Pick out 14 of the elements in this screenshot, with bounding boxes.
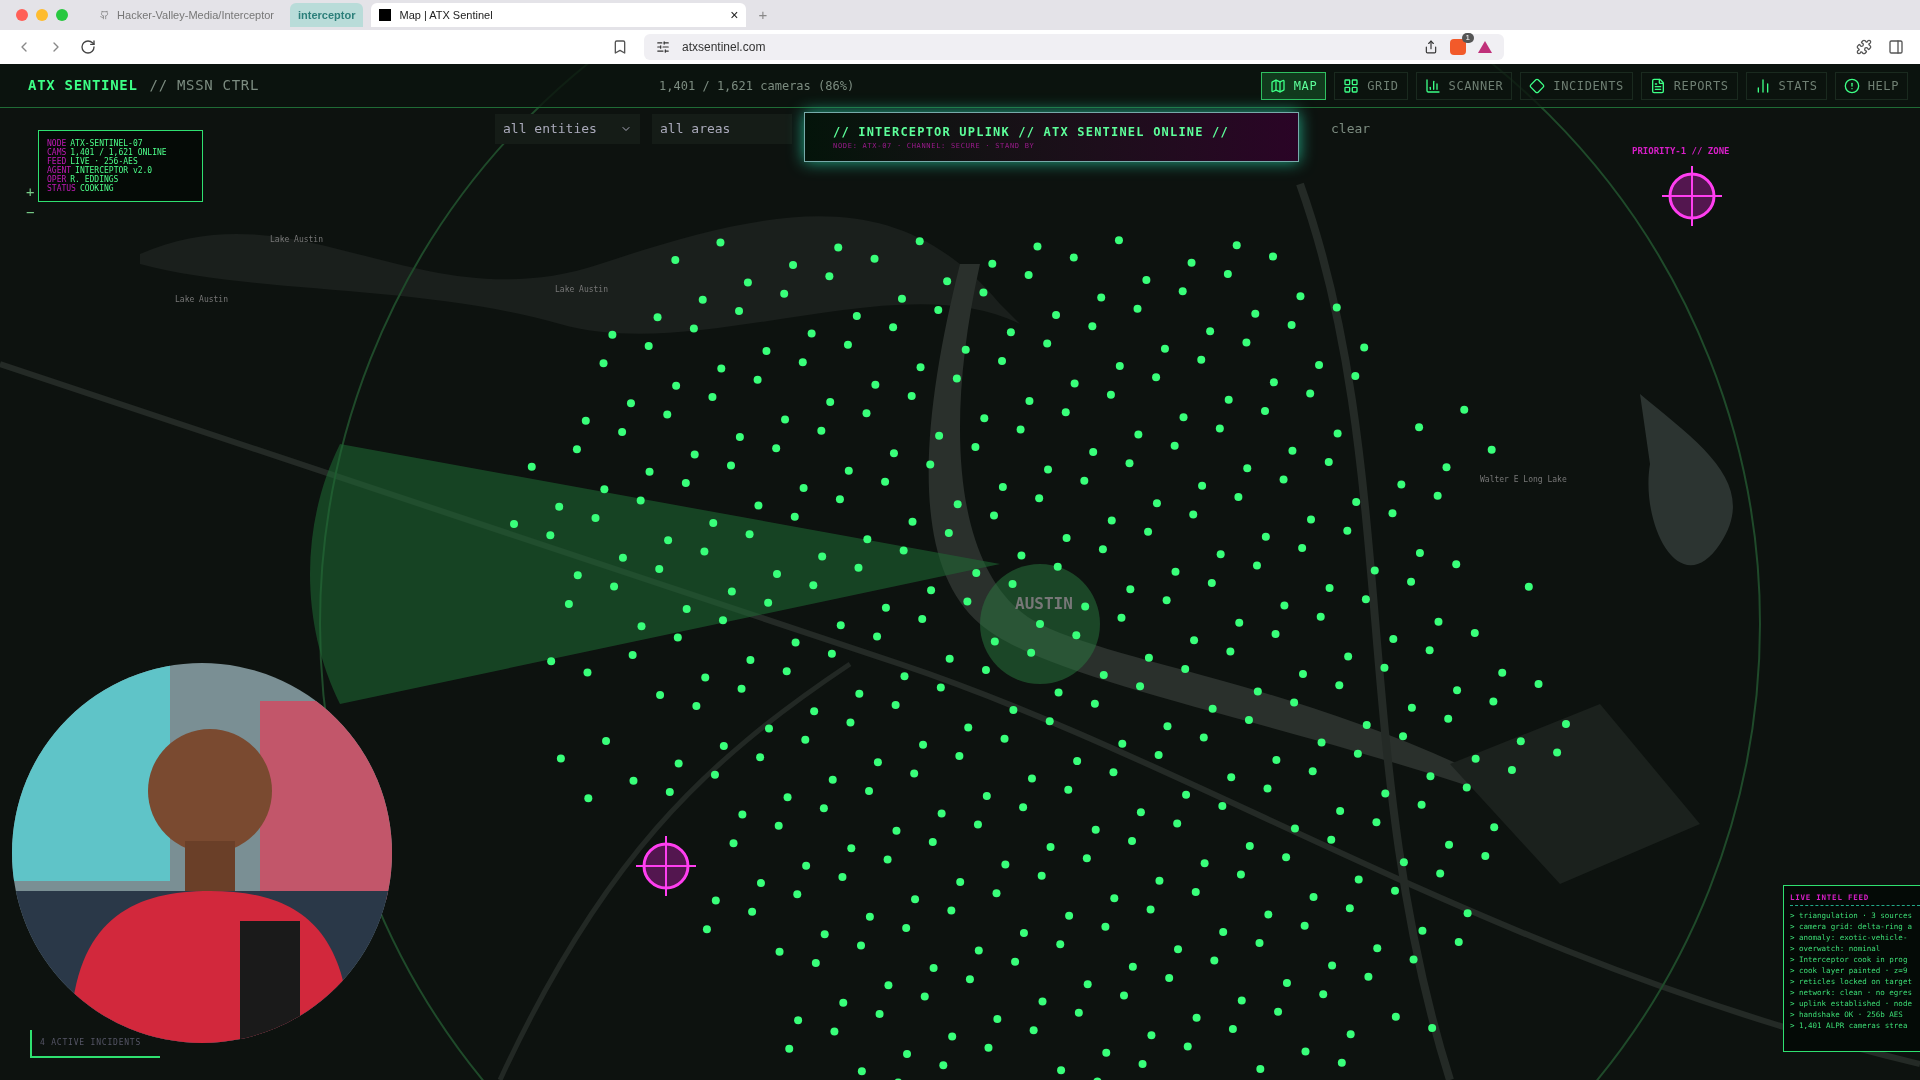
share-icon[interactable]: [1424, 40, 1438, 54]
extensions-icon[interactable]: [1856, 39, 1872, 55]
count-badge: 1: [1461, 33, 1474, 43]
browser-tab[interactable]: Map | ATX Sentinel ×: [371, 3, 747, 27]
tab-group-label[interactable]: interceptor: [290, 3, 364, 27]
site-settings-icon: [656, 40, 670, 54]
sidebar-icon[interactable]: [1888, 39, 1904, 55]
new-tab-button[interactable]: +: [758, 3, 768, 27]
address-field[interactable]: atxsentinel.com 1: [644, 34, 1504, 60]
reload-icon[interactable]: [80, 39, 96, 55]
browser-tab[interactable]: Hacker-Valley-Media/Interceptor: [92, 3, 282, 27]
bookmark-icon[interactable]: [612, 39, 628, 55]
close-tab-button[interactable]: ×: [730, 4, 739, 26]
favicon-icon: [379, 9, 392, 21]
